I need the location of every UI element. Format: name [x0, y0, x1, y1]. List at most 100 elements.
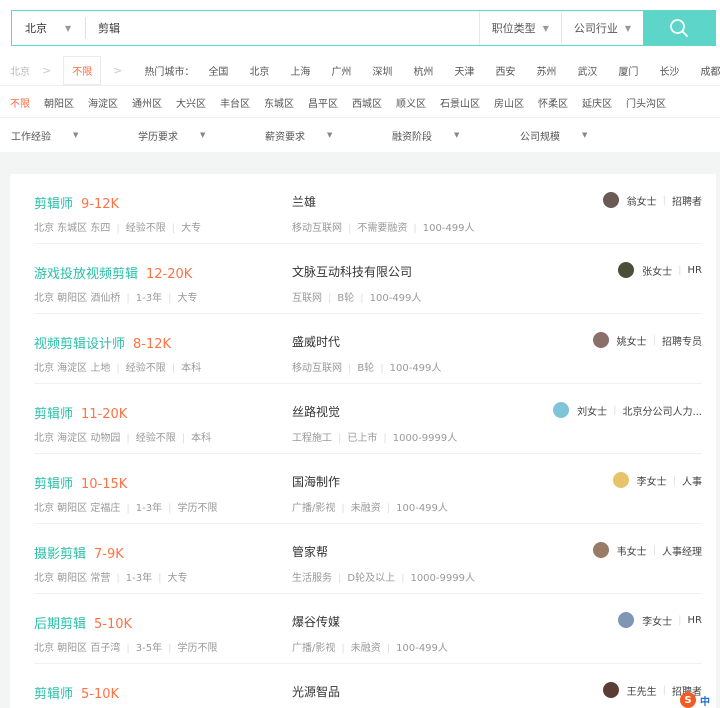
company-name[interactable]: 丝路视觉 [292, 403, 340, 420]
district-item[interactable]: 怀柔区 [538, 95, 568, 110]
district-item[interactable]: 大兴区 [176, 95, 206, 110]
recruiter-info[interactable]: 刘女士 | 北京分公司人力... [553, 402, 702, 418]
district-item[interactable]: 丰台区 [220, 95, 250, 110]
district-item[interactable]: 门头沟区 [626, 95, 666, 110]
search-icon [670, 19, 688, 37]
job-card[interactable]: 剪辑师 11-20K 北京 海淀区 动物园 | 经验不限 | 本科 丝路视觉 工程施工 | 已… [34, 384, 702, 454]
breadcrumb-city[interactable]: 北京 [10, 63, 30, 78]
company-name[interactable]: 文脉互动科技有限公司 [292, 263, 412, 280]
job-title[interactable]: 剪辑师 [34, 687, 73, 702]
filter-label: 学历要求 [138, 131, 178, 143]
company-funding: 未融资 [350, 503, 381, 514]
filter-company-size[interactable]: 公司规模 ▼ [520, 128, 587, 143]
job-card[interactable]: 剪辑师 10-15K 北京 朝阳区 定福庄 | 1-3年 | 学历不限 国海制作 广播/影… [34, 454, 702, 524]
hot-city-item[interactable]: 天津 [454, 63, 474, 78]
divider: | [328, 293, 332, 304]
job-title[interactable]: 视频剪辑设计师 [34, 337, 125, 352]
divider: | [380, 363, 384, 374]
avatar [618, 262, 635, 278]
district-item[interactable]: 房山区 [494, 95, 524, 110]
recruiter-info[interactable]: 翁女士 | 招聘者 [602, 192, 702, 208]
company-name[interactable]: 管家帮 [292, 543, 328, 560]
company-name[interactable]: 兰雄 [292, 193, 316, 210]
hot-city-item[interactable]: 成都 [700, 63, 720, 78]
filter-experience[interactable]: 工作经验 ▼ [11, 128, 78, 143]
divider: | [171, 363, 176, 374]
job-title[interactable]: 游戏投放视频剪辑 [34, 267, 138, 282]
job-card[interactable]: 视频剪辑设计师 8-12K 北京 海淀区 上地 | 经验不限 | 本科 盛威时代 移动互联… [34, 314, 702, 384]
hot-city-item[interactable]: 上海 [290, 63, 310, 78]
district-item[interactable]: 海淀区 [88, 95, 118, 110]
job-title[interactable]: 剪辑师 [34, 407, 73, 422]
hot-city-item[interactable]: 全国 [208, 63, 228, 78]
district-item[interactable]: 西城区 [352, 95, 382, 110]
filter-salary[interactable]: 薪资要求 ▼ [265, 128, 332, 143]
hot-city-item[interactable]: 武汉 [577, 63, 597, 78]
job-card[interactable]: 剪辑师5-10K 光源智品 王先生|招聘者 [34, 664, 702, 708]
avatar [612, 472, 629, 488]
job-title[interactable]: 摄影剪辑 [34, 547, 86, 562]
job-card[interactable]: 游戏投放视频剪辑 12-20K 北京 朝阳区 酒仙桥 | 1-3年 | 大专 文脉互动科技… [34, 244, 702, 314]
search-input[interactable] [98, 21, 479, 35]
company-name[interactable]: 光源智品 [292, 683, 340, 700]
recruiter-info[interactable]: 姚女士 | 招聘专员 [592, 332, 702, 348]
job-card[interactable]: 摄影剪辑 7-9K 北京 朝阳区 常营 | 1-3年 | 大专 管家帮 生活服务 | D轮及以… [34, 524, 702, 594]
filter-funding[interactable]: 融资阶段 ▼ [392, 128, 459, 143]
district-item[interactable]: 延庆区 [582, 95, 612, 110]
search-button[interactable] [643, 11, 715, 45]
company-name[interactable]: 盛威时代 [292, 333, 340, 350]
company-size: 100-499人 [396, 643, 448, 654]
company-industry: 工程施工 [292, 433, 332, 444]
job-experience: 经验不限 [125, 363, 166, 374]
ime-indicator[interactable]: S 中 [680, 692, 720, 708]
hot-city-item[interactable]: 长沙 [659, 63, 679, 78]
district-item[interactable]: 顺义区 [396, 95, 426, 110]
chevron-down-icon: ▼ [200, 131, 206, 139]
company-name[interactable]: 爆谷传媒 [292, 613, 340, 630]
job-salary: 12-20K [146, 267, 193, 282]
hot-city-item[interactable]: 厦门 [618, 63, 638, 78]
unlimited-tag[interactable]: 不限 [63, 56, 102, 85]
divider: | [348, 363, 352, 374]
hot-city-item[interactable]: 苏州 [536, 63, 556, 78]
industry-select[interactable]: 公司行业 ▼ [560, 11, 643, 45]
divider: | [158, 573, 162, 584]
city-filter-row: 北京 > 不限 > 热门城市： 全国 北京 上海 广州 深圳 杭州 天津 西安 … [0, 56, 720, 86]
district-item[interactable]: 通州区 [132, 95, 162, 110]
avatar [553, 402, 570, 418]
district-item[interactable]: 东城区 [264, 95, 294, 110]
hot-city-item[interactable]: 北京 [249, 63, 269, 78]
avatar [618, 612, 635, 628]
recruiter-info[interactable]: 李女士 | 人事 [612, 472, 702, 488]
company-name[interactable]: 国海制作 [292, 473, 340, 490]
recruiter-info[interactable]: 韦女士 | 人事经理 [592, 542, 702, 558]
chevron-down-icon: ▼ [454, 131, 460, 139]
city-selector[interactable]: 北京 ▼ [12, 11, 85, 45]
job-title[interactable]: 剪辑师 [34, 197, 73, 212]
filter-education[interactable]: 学历要求 ▼ [138, 128, 205, 143]
job-experience: 1-3年 [125, 573, 153, 584]
chevron-down-icon: ▼ [542, 23, 549, 33]
district-item[interactable]: 昌平区 [308, 95, 338, 110]
district-unlimited[interactable]: 不限 [10, 95, 30, 110]
hot-cities-label: 热门城市： [144, 67, 195, 78]
hot-city-item[interactable]: 深圳 [372, 63, 392, 78]
company-funding: B轮 [357, 363, 375, 374]
hot-city-item[interactable]: 广州 [331, 63, 351, 78]
divider: | [126, 433, 130, 444]
job-card[interactable]: 剪辑师 9-12K 北京 东城区 东四 | 经验不限 | 大专 兰雄 移动互联网 | 不需要融… [34, 174, 702, 244]
divider: | [678, 264, 682, 276]
job-card[interactable]: 后期剪辑 5-10K 北京 朝阳区 百子湾 | 3-5年 | 学历不限 爆谷传媒 广播/影… [34, 594, 702, 664]
divider: | [386, 643, 391, 654]
job-title[interactable]: 剪辑师 [34, 477, 73, 492]
hot-city-item[interactable]: 杭州 [413, 63, 433, 78]
job-title[interactable]: 后期剪辑 [34, 617, 86, 632]
recruiter-info[interactable]: 张女士 | HR [618, 262, 702, 278]
job-type-select[interactable]: 职位类型 ▼ [478, 11, 561, 45]
recruiter-info[interactable]: 李女士 | HR [618, 612, 702, 628]
chevron-down-icon: ▼ [65, 23, 72, 33]
divider: | [678, 614, 682, 626]
district-item[interactable]: 石景山区 [440, 95, 480, 110]
hot-city-item[interactable]: 西安 [495, 63, 515, 78]
district-item[interactable]: 朝阳区 [44, 95, 74, 110]
